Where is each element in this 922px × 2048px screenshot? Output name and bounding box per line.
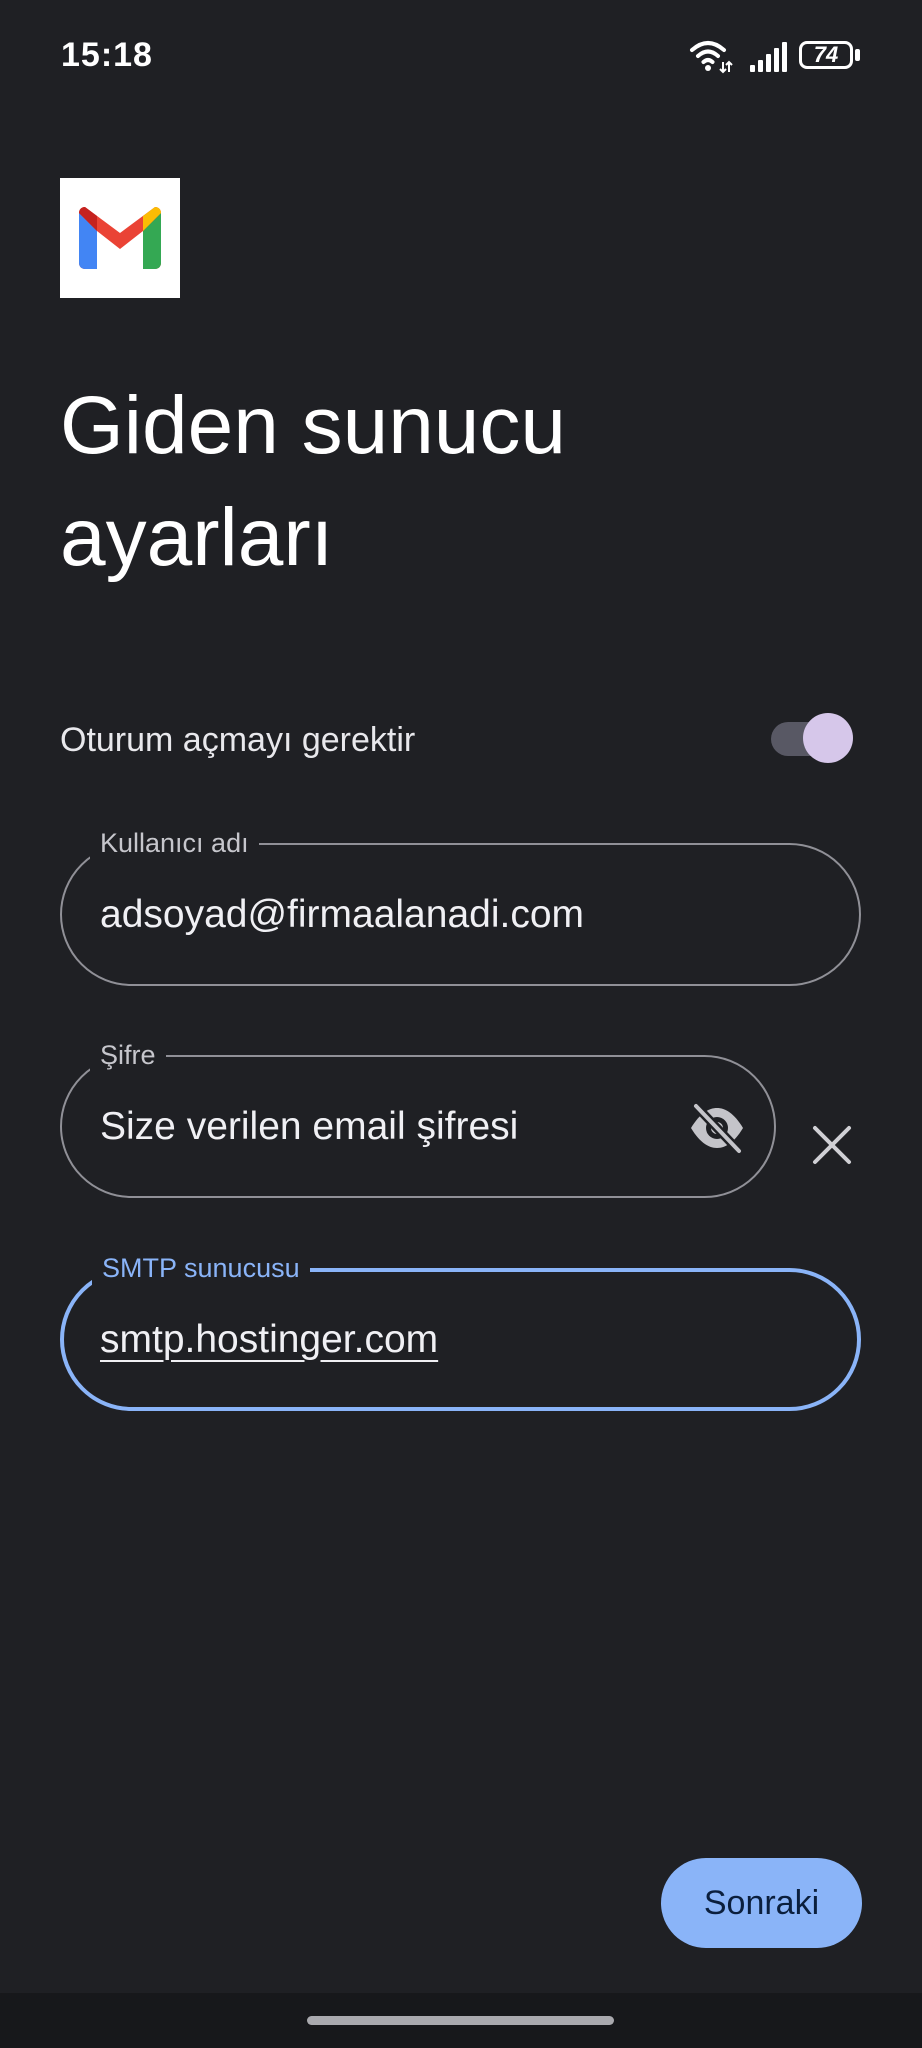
password-field[interactable]: Şifre Size verilen email şifresi [60,1038,776,1198]
home-indicator[interactable] [307,2016,614,2025]
password-value[interactable]: Size verilen email şifresi [100,1057,518,1196]
username-field[interactable]: Kullanıcı adı adsoyad@firmaalanadi.com [60,826,861,986]
smtp-server-field[interactable]: SMTP sunucusu smtp.hostinger.com [60,1251,861,1411]
toggle-thumb [803,713,853,763]
require-sign-in-row[interactable]: Oturum açmayı gerektir [60,703,860,777]
require-sign-in-label: Oturum açmayı gerektir [60,721,416,759]
signal-icon [750,42,787,72]
visibility-off-icon[interactable] [687,1102,747,1154]
navigation-bar [0,1993,922,2048]
battery-level: 74 [813,42,839,67]
smtp-server-value-wrapper[interactable]: smtp.hostinger.com [100,1272,438,1407]
gmail-m-icon [79,207,161,269]
battery-icon: 74 [799,41,863,73]
username-value[interactable]: adsoyad@firmaalanadi.com [100,845,584,984]
next-button[interactable]: Sonraki [661,1858,862,1948]
status-bar: 15:18 74 [0,0,922,115]
smtp-server-value[interactable]: smtp.hostinger.com [100,1318,438,1362]
gmail-logo [60,178,180,298]
require-sign-in-toggle[interactable] [771,712,855,766]
wifi-icon [690,41,733,74]
page-title: Giden sunucu ayarları [60,380,567,583]
status-time: 15:18 [61,36,153,74]
battery-tip [855,49,860,61]
close-icon[interactable] [807,1120,857,1170]
